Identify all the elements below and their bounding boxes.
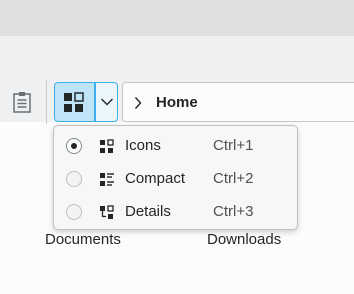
clipboard-icon	[13, 92, 31, 113]
radio-unselected[interactable]	[66, 204, 82, 220]
menu-item-label: Compact	[125, 170, 186, 187]
view-mode-menu: Icons Ctrl+1 Compact Ctrl+2 Details Ctrl…	[53, 125, 298, 230]
menu-item-shortcut: Ctrl+3	[213, 203, 254, 220]
view-mode-button-group	[54, 82, 118, 122]
menu-item-icons[interactable]: Icons Ctrl+1	[54, 130, 297, 163]
view-details-icon	[100, 205, 114, 219]
file-item-label[interactable]: Documents	[45, 231, 121, 248]
view-icons-icon	[64, 92, 84, 112]
menu-item-shortcut: Ctrl+2	[213, 170, 254, 187]
file-item-label[interactable]: Downloads	[207, 231, 281, 248]
view-mode-dropdown-arrow[interactable]	[95, 82, 118, 122]
radio-selected[interactable]	[66, 138, 82, 154]
menu-item-label: Icons	[125, 137, 161, 154]
menu-item-details[interactable]: Details Ctrl+3	[54, 196, 297, 229]
chevron-down-icon	[101, 98, 113, 106]
clipboard-button[interactable]	[10, 90, 34, 114]
view-compact-icon	[100, 173, 114, 186]
window-titlebar	[0, 0, 354, 36]
view-icons-icon	[100, 139, 114, 153]
menu-item-label: Details	[125, 203, 171, 220]
radio-unselected[interactable]	[66, 171, 82, 187]
toolbar-separator	[46, 80, 47, 124]
menu-item-compact[interactable]: Compact Ctrl+2	[54, 163, 297, 196]
breadcrumb-home[interactable]: Home	[156, 94, 198, 111]
view-mode-button[interactable]	[54, 82, 95, 122]
chevron-right-icon[interactable]	[133, 96, 143, 110]
menu-item-shortcut: Ctrl+1	[213, 137, 254, 154]
location-breadcrumb[interactable]: Home	[122, 82, 354, 122]
